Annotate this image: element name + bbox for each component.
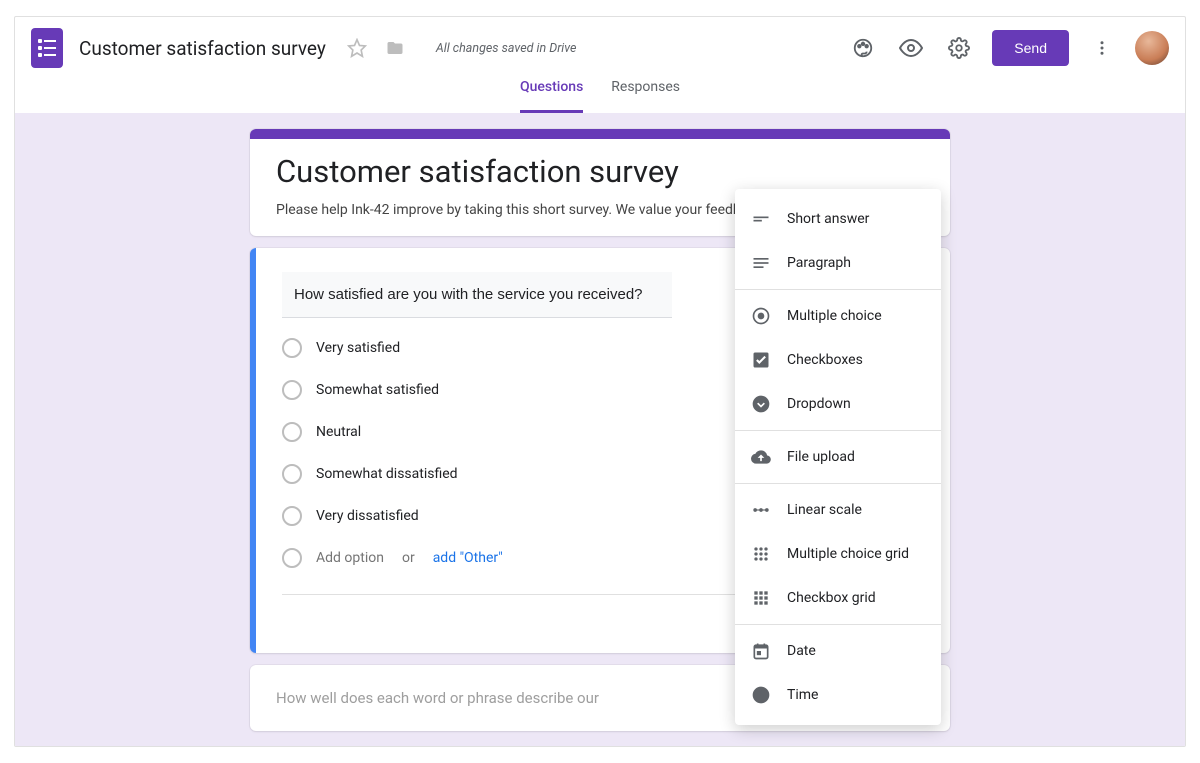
tab-responses[interactable]: Responses xyxy=(611,79,680,113)
date-icon xyxy=(751,641,771,661)
menu-item-file-upload[interactable]: File upload xyxy=(735,435,941,479)
linear-scale-icon xyxy=(751,500,771,520)
menu-label: Multiple choice xyxy=(787,308,882,324)
menu-item-dropdown[interactable]: Dropdown xyxy=(735,382,941,426)
radio-icon xyxy=(282,380,302,400)
option-label[interactable]: Neutral xyxy=(316,424,361,440)
menu-separator xyxy=(735,289,941,290)
menu-label: Date xyxy=(787,643,816,659)
cb-grid-icon xyxy=(751,588,771,608)
workspace: Customer satisfaction survey Please help… xyxy=(15,113,1185,746)
or-label: or xyxy=(402,550,415,566)
tab-questions[interactable]: Questions xyxy=(520,79,583,113)
upload-icon xyxy=(751,447,771,467)
more-icon[interactable] xyxy=(1087,33,1117,63)
menu-separator xyxy=(735,483,941,484)
radio-icon xyxy=(282,422,302,442)
menu-separator xyxy=(735,624,941,625)
option-label[interactable]: Somewhat satisfied xyxy=(316,382,439,398)
menu-item-cb-grid[interactable]: Checkbox grid xyxy=(735,576,941,620)
mc-grid-icon xyxy=(751,544,771,564)
settings-icon[interactable] xyxy=(944,33,974,63)
app-header: Customer satisfaction survey All changes… xyxy=(15,17,1185,79)
menu-label: Short answer xyxy=(787,211,869,227)
option-label[interactable]: Somewhat dissatisfied xyxy=(316,466,458,482)
add-other-link[interactable]: add "Other" xyxy=(433,550,503,566)
short-answer-icon xyxy=(751,209,771,229)
document-title[interactable]: Customer satisfaction survey xyxy=(79,37,326,60)
tabs: Questions Responses xyxy=(15,79,1185,113)
option-label[interactable]: Very dissatisfied xyxy=(316,508,419,524)
menu-label: Checkboxes xyxy=(787,352,863,368)
menu-item-short-answer[interactable]: Short answer xyxy=(735,197,941,241)
forms-logo[interactable] xyxy=(31,28,63,68)
time-icon xyxy=(751,685,771,705)
menu-label: Paragraph xyxy=(787,255,851,271)
radio-icon xyxy=(282,548,302,568)
send-button[interactable]: Send xyxy=(992,30,1069,66)
radio-icon xyxy=(282,464,302,484)
radio-icon xyxy=(751,306,771,326)
menu-item-date[interactable]: Date xyxy=(735,629,941,673)
save-status: All changes saved in Drive xyxy=(436,41,577,56)
palette-icon[interactable] xyxy=(848,33,878,63)
preview-icon[interactable] xyxy=(896,33,926,63)
menu-item-mc-grid[interactable]: Multiple choice grid xyxy=(735,532,941,576)
radio-icon xyxy=(282,506,302,526)
menu-label: File upload xyxy=(787,449,855,465)
menu-item-linear-scale[interactable]: Linear scale xyxy=(735,488,941,532)
menu-item-multiple-choice[interactable]: Multiple choice xyxy=(735,294,941,338)
menu-separator xyxy=(735,430,941,431)
form-title[interactable]: Customer satisfaction survey xyxy=(276,153,924,190)
paragraph-icon xyxy=(751,253,771,273)
avatar[interactable] xyxy=(1135,31,1169,65)
menu-item-time[interactable]: Time xyxy=(735,673,941,717)
add-option-label[interactable]: Add option xyxy=(316,550,384,566)
menu-label: Multiple choice grid xyxy=(787,546,909,562)
checkbox-icon xyxy=(751,350,771,370)
dropdown-icon xyxy=(751,394,771,414)
star-icon[interactable] xyxy=(342,33,372,63)
question-text-input[interactable] xyxy=(282,272,672,318)
menu-item-checkboxes[interactable]: Checkboxes xyxy=(735,338,941,382)
folder-icon[interactable] xyxy=(380,33,410,63)
menu-label: Dropdown xyxy=(787,396,851,412)
menu-label: Checkbox grid xyxy=(787,590,876,606)
question-type-menu: Short answer Paragraph Multiple choice C… xyxy=(735,189,941,725)
menu-label: Time xyxy=(787,687,818,703)
radio-icon xyxy=(282,338,302,358)
menu-item-paragraph[interactable]: Paragraph xyxy=(735,241,941,285)
option-label[interactable]: Very satisfied xyxy=(316,340,400,356)
menu-label: Linear scale xyxy=(787,502,862,518)
